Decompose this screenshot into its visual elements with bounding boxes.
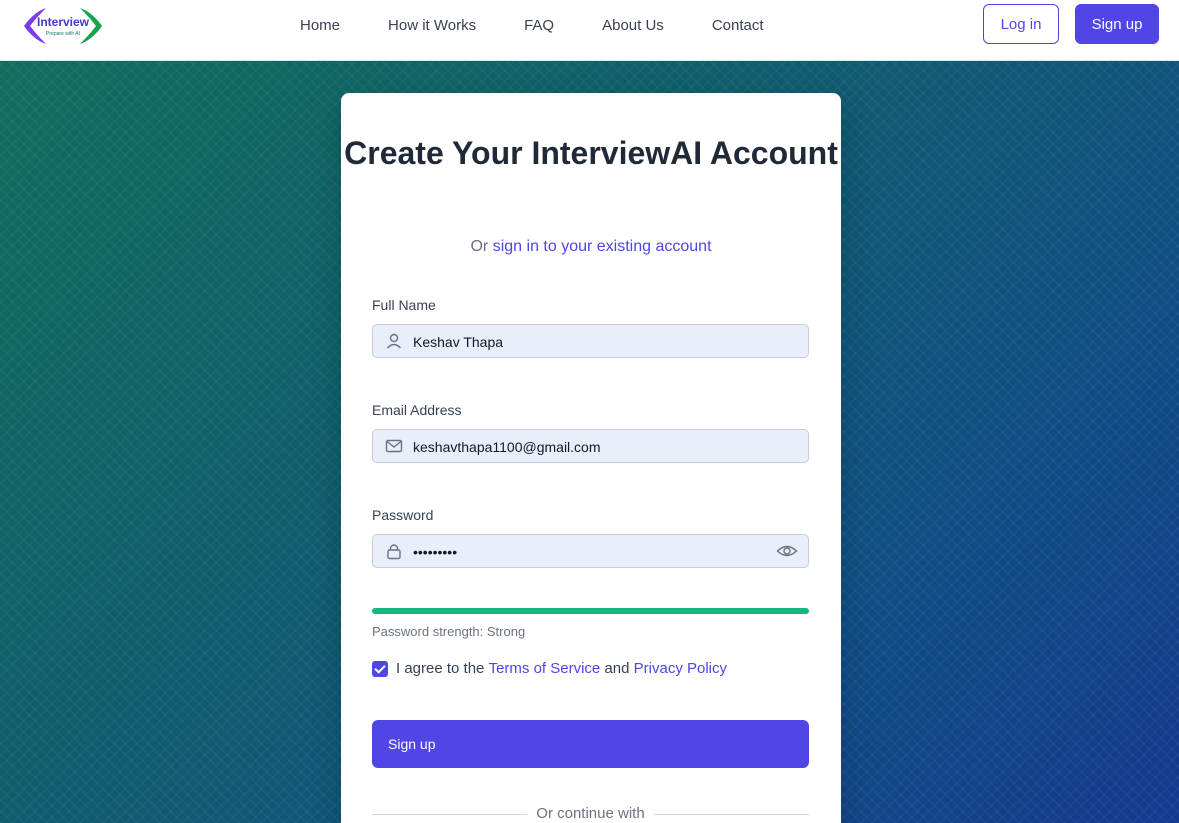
signup-submit-button[interactable]: Sign up bbox=[372, 720, 809, 768]
agree-and: and bbox=[604, 660, 630, 677]
fullname-value: Keshav Thapa bbox=[413, 334, 504, 350]
signin-prefix: Or bbox=[470, 238, 489, 255]
signup-card: Create Your InterviewAI Account Or sign … bbox=[341, 93, 841, 823]
password-label: Password bbox=[372, 507, 434, 523]
svg-text:Prepare with AI: Prepare with AI bbox=[46, 31, 80, 37]
terms-link[interactable]: Terms of Service bbox=[489, 660, 601, 677]
nav-contact[interactable]: Contact bbox=[712, 17, 764, 34]
email-value: keshavthapa1100@gmail.com bbox=[413, 439, 601, 455]
agree-checkbox[interactable] bbox=[372, 660, 388, 677]
eye-icon[interactable] bbox=[776, 542, 798, 560]
signin-link[interactable]: sign in to your existing account bbox=[493, 238, 712, 255]
privacy-link[interactable]: Privacy Policy bbox=[634, 660, 727, 677]
divider-line-right bbox=[654, 814, 809, 815]
main-nav: Home How it Works FAQ About Us Contact bbox=[300, 0, 812, 50]
fullname-label: Full Name bbox=[372, 297, 436, 313]
nav-faq[interactable]: FAQ bbox=[524, 17, 554, 34]
nav-how-it-works[interactable]: How it Works bbox=[388, 17, 476, 34]
header-signup-button[interactable]: Sign up bbox=[1075, 4, 1159, 44]
nav-home[interactable]: Home bbox=[300, 17, 340, 34]
signin-prompt: Or sign in to your existing account bbox=[341, 238, 841, 256]
terms-agreement: I agree to the Terms of Service and Priv… bbox=[372, 660, 727, 677]
top-navbar: Interview Prepare with AI Home How it Wo… bbox=[0, 0, 1179, 61]
page-title: Create Your InterviewAI Account bbox=[344, 135, 838, 171]
svg-text:Interview: Interview bbox=[37, 15, 90, 29]
nav-about-us[interactable]: About Us bbox=[602, 17, 664, 34]
lock-icon bbox=[385, 542, 403, 560]
login-button[interactable]: Log in bbox=[983, 4, 1059, 44]
fullname-field[interactable]: Keshav Thapa bbox=[372, 324, 809, 358]
password-strength-bar bbox=[372, 608, 809, 614]
mail-icon bbox=[385, 437, 403, 455]
agree-prefix: I agree to the bbox=[396, 660, 485, 677]
password-value: ••••••••• bbox=[413, 544, 458, 560]
divider: Or continue with bbox=[372, 805, 809, 823]
email-label: Email Address bbox=[372, 402, 462, 418]
email-field[interactable]: keshavthapa1100@gmail.com bbox=[372, 429, 809, 463]
brand-logo[interactable]: Interview Prepare with AI bbox=[22, 6, 104, 46]
user-icon bbox=[385, 332, 403, 350]
password-strength-text: Password strength: Strong bbox=[372, 624, 526, 639]
password-field[interactable]: ••••••••• bbox=[372, 534, 809, 568]
